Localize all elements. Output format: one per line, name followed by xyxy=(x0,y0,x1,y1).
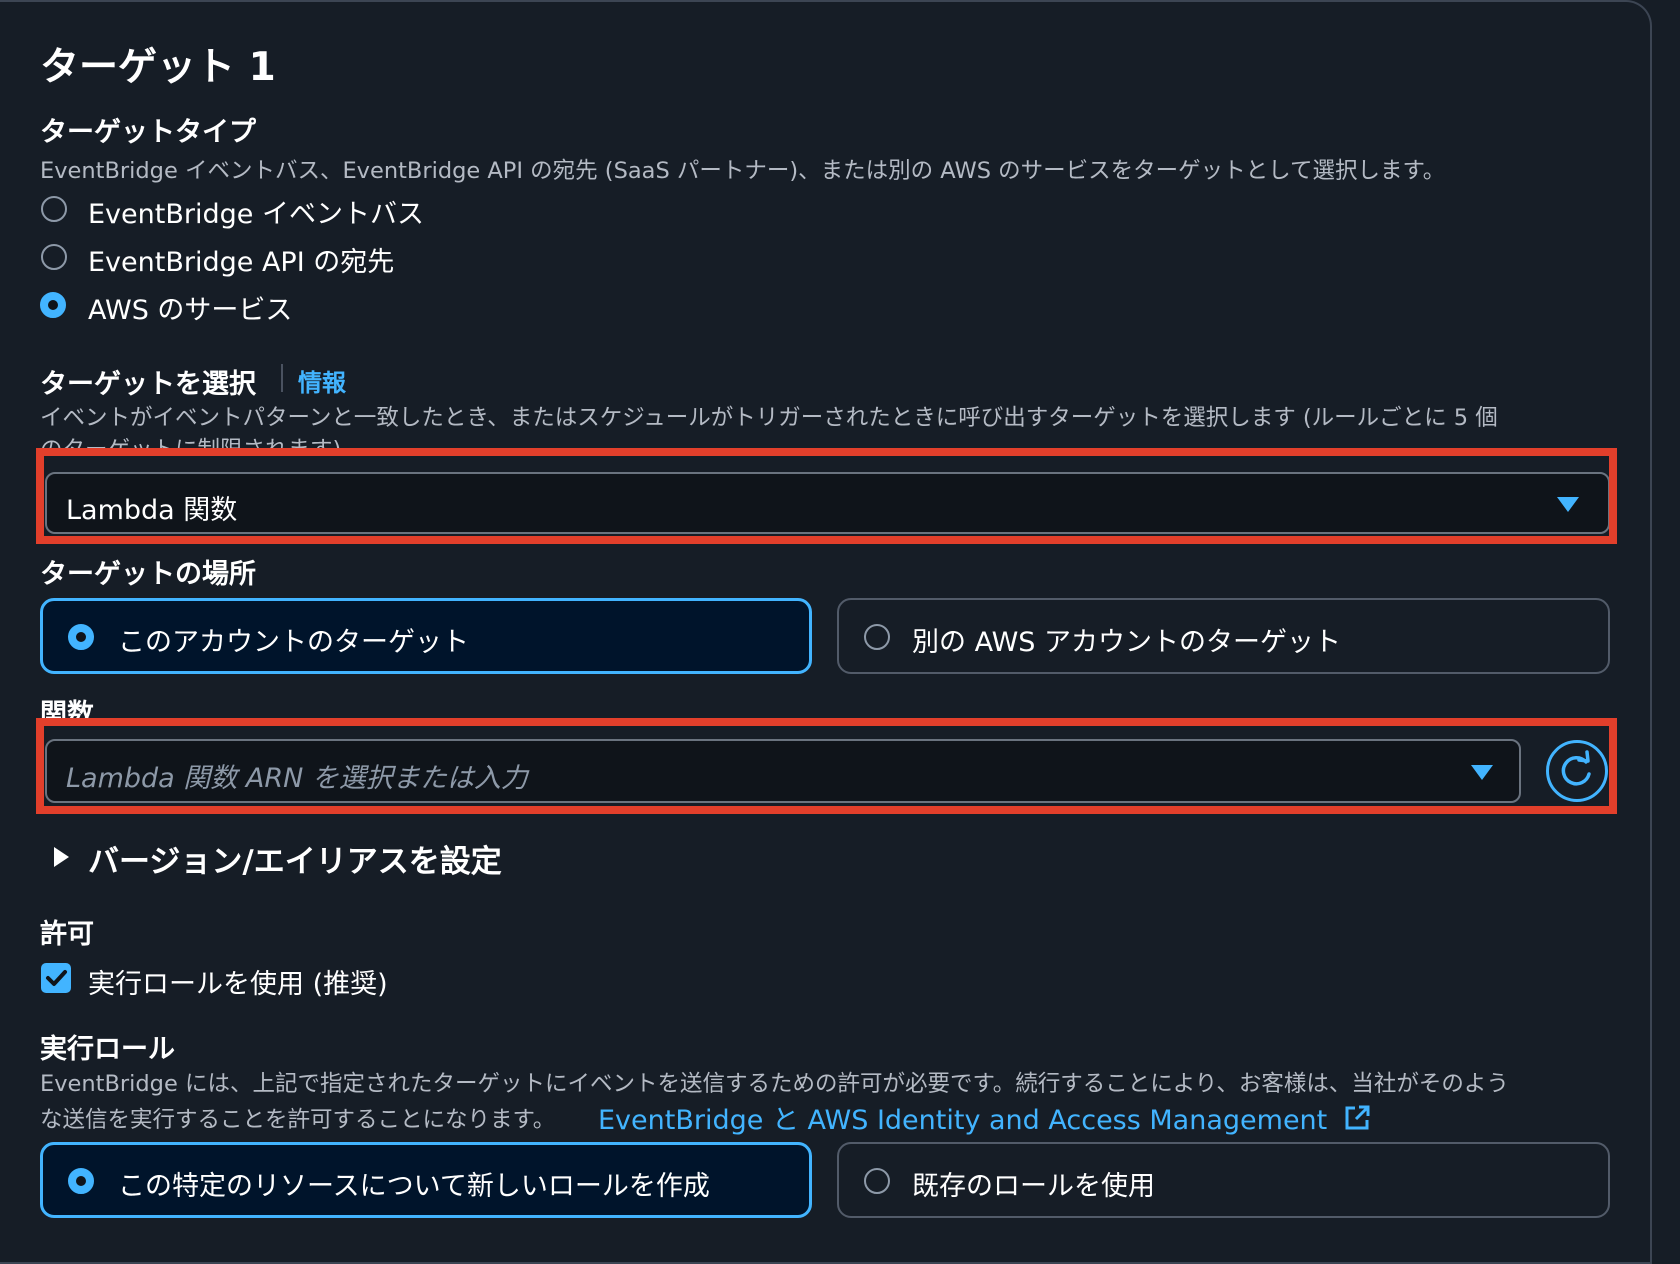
permissions-label: 許可 xyxy=(40,919,94,950)
iam-doc-link[interactable]: EventBridge と AWS Identity and Access Ma… xyxy=(598,1098,1372,1137)
radio-use-existing-role[interactable] xyxy=(864,1168,890,1194)
label-divider xyxy=(281,364,283,392)
target-type-option-label: AWS のサービス xyxy=(88,295,293,326)
execution-role-description-cont: な送信を実行することを許可することになります。 xyxy=(40,1107,556,1133)
select-target-description: イベントがイベントパターンと一致したとき、またはスケジュールがトリガーされたとき… xyxy=(40,405,1498,431)
target-type-option-label: EventBridge イベントバス xyxy=(88,199,424,230)
radio-other-account[interactable] xyxy=(864,624,890,650)
radio-api-destination[interactable] xyxy=(41,244,67,270)
tile-create-new-role[interactable]: この特定のリソースについて新しいロールを作成 xyxy=(40,1142,812,1218)
execution-role-description: EventBridge には、上記で指定されたターゲットにイベントを送信するため… xyxy=(40,1071,1509,1097)
highlight-box-function-arn xyxy=(36,718,1617,814)
iam-doc-link-text: EventBridge と AWS Identity and Access Ma… xyxy=(598,1105,1328,1136)
highlight-box-target-select xyxy=(36,448,1617,544)
target-panel: ターゲット 1 ターゲットタイプ EventBridge イベントバス、Even… xyxy=(0,0,1652,1264)
tile-create-new-role-label: この特定のリソースについて新しいロールを作成 xyxy=(118,1171,710,1202)
radio-event-bus[interactable] xyxy=(41,196,67,222)
radio-aws-service[interactable] xyxy=(40,292,66,318)
tile-use-existing-role[interactable]: 既存のロールを使用 xyxy=(837,1142,1610,1218)
tile-other-account[interactable]: 別の AWS アカウントのターゲット xyxy=(837,598,1610,674)
radio-create-new-role[interactable] xyxy=(68,1168,94,1194)
select-target-label: ターゲットを選択 xyxy=(40,369,256,400)
target-type-option-label: EventBridge API の宛先 xyxy=(88,247,395,278)
target-location-label: ターゲットの場所 xyxy=(40,559,256,590)
tile-this-account[interactable]: このアカウントのターゲット xyxy=(40,598,812,674)
execution-role-label: 実行ロール xyxy=(40,1034,175,1065)
checkmark-icon xyxy=(46,970,67,986)
function-label: 関数 xyxy=(40,699,94,720)
select-target-description-cont: のターゲットに制限されます) xyxy=(40,432,341,448)
section-title: ターゲット 1 xyxy=(40,45,276,90)
radio-this-account[interactable] xyxy=(68,624,94,650)
target-type-label: ターゲットタイプ xyxy=(40,117,256,148)
target-type-description: EventBridge イベントバス、EventBridge API の宛先 (… xyxy=(40,158,1446,184)
info-link[interactable]: 情報 xyxy=(298,363,346,398)
external-link-icon xyxy=(1345,1105,1370,1130)
version-alias-label: バージョン/エイリアスを設定 xyxy=(88,844,502,880)
checkbox-execution-role[interactable] xyxy=(41,963,71,993)
tile-use-existing-role-label: 既存のロールを使用 xyxy=(912,1171,1155,1202)
tile-this-account-label: このアカウントのターゲット xyxy=(118,627,469,658)
caret-right-icon xyxy=(54,847,69,867)
checkbox-label: 実行ロールを使用 (推奨) xyxy=(88,969,388,1000)
tile-other-account-label: 別の AWS アカウントのターゲット xyxy=(912,627,1341,658)
